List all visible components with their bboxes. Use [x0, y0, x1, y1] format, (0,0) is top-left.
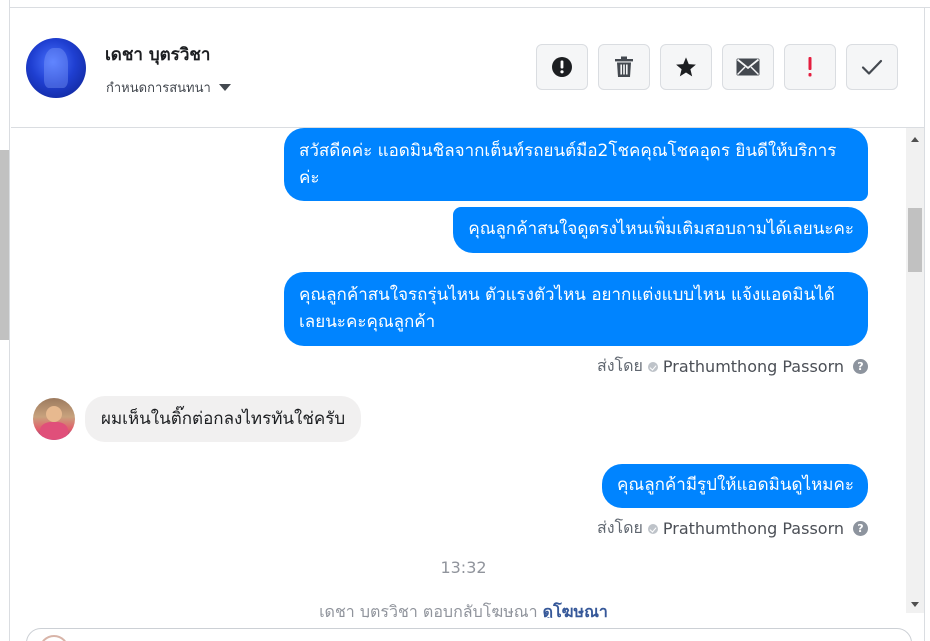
trash-icon	[615, 56, 633, 77]
sender-name[interactable]: Prathumthong Passorn	[663, 519, 844, 538]
incoming-message[interactable]: ผมเห็นในติ๊กต่อกลงไทรทันใช่ครับ	[85, 396, 362, 442]
header-actions	[536, 44, 898, 90]
right-panel-edge	[924, 8, 930, 641]
outgoing-message[interactable]: คุณลูกค้าสนใจรถรุ่นไหน ตัวแรงตัวไหน อยาก…	[284, 272, 868, 346]
composer-avatar	[39, 635, 69, 641]
sender-avatar[interactable]	[33, 398, 75, 440]
follow-up-button[interactable]	[784, 44, 836, 90]
envelope-icon	[736, 58, 760, 76]
sent-by-label: ส่งโดย Prathumthong Passorn ?	[597, 354, 868, 379]
sent-by-prefix: ส่งโดย	[596, 356, 643, 375]
sent-by-prefix: ส่งโดย	[596, 518, 643, 537]
scroll-up-arrow-icon[interactable]	[911, 137, 919, 142]
done-button[interactable]	[846, 44, 898, 90]
contact-name[interactable]: เดชา บุตรวิชา	[105, 41, 210, 68]
conversation-header: เดชา บุตรวิชา กำหนดการสนทนา	[11, 8, 924, 128]
help-icon[interactable]: ?	[853, 521, 868, 536]
thread-scrollbar[interactable]	[906, 128, 924, 613]
message-composer[interactable]	[26, 628, 912, 641]
check-circle-icon	[647, 523, 658, 534]
alert-circle-icon	[552, 57, 572, 77]
message-thread: สวัสดีคค่ะ แอดมินชิลจากเต็นท์รถยนต์มือ2โ…	[11, 128, 906, 618]
conversation-settings-dropdown[interactable]: กำหนดการสนทนา	[106, 77, 231, 98]
sent-by-label: ส่งโดย Prathumthong Passorn ?	[597, 516, 868, 541]
scroll-down-arrow-icon[interactable]	[911, 602, 919, 607]
conversation-settings-label: กำหนดการสนทนา	[106, 81, 211, 96]
left-scroll-thumb[interactable]	[0, 150, 9, 340]
top-strip	[10, 0, 930, 8]
view-ad-link[interactable]: ดูโฆษณา	[543, 602, 608, 618]
outgoing-message[interactable]: คุณลูกค้ามีรูปให้แอดมินดูไหมคะ	[602, 464, 868, 508]
check-icon	[861, 59, 883, 75]
exclamation-icon	[808, 57, 812, 77]
ad-reply-note: เดชา บุตรวิชา ตอบกลับโฆษณา ดูโฆษณา	[11, 600, 906, 618]
star-button[interactable]	[660, 44, 712, 90]
outgoing-message[interactable]: คุณลูกค้าสนใจดูตรงไหนเพิ่มเติมสอบถามได้เ…	[453, 207, 868, 253]
scroll-thumb[interactable]	[908, 208, 922, 272]
contact-avatar[interactable]	[26, 38, 86, 98]
left-panel-edge	[0, 0, 10, 641]
star-icon	[676, 57, 696, 77]
sender-name[interactable]: Prathumthong Passorn	[663, 357, 844, 376]
delete-button[interactable]	[598, 44, 650, 90]
help-icon[interactable]: ?	[853, 359, 868, 374]
incoming-message-row: ผมเห็นในติ๊กต่อกลงไทรทันใช่ครับ	[33, 396, 362, 442]
check-circle-icon	[647, 361, 658, 372]
ad-reply-text: เดชา บุตรวิชา ตอบกลับโฆษณา	[319, 602, 538, 618]
message-timestamp: 13:32	[440, 558, 487, 577]
mark-unread-button[interactable]	[722, 44, 774, 90]
caret-down-icon	[218, 84, 231, 91]
mark-spam-button[interactable]	[536, 44, 588, 90]
outgoing-message[interactable]: สวัสดีคค่ะ แอดมินชิลจากเต็นท์รถยนต์มือ2โ…	[284, 128, 868, 201]
